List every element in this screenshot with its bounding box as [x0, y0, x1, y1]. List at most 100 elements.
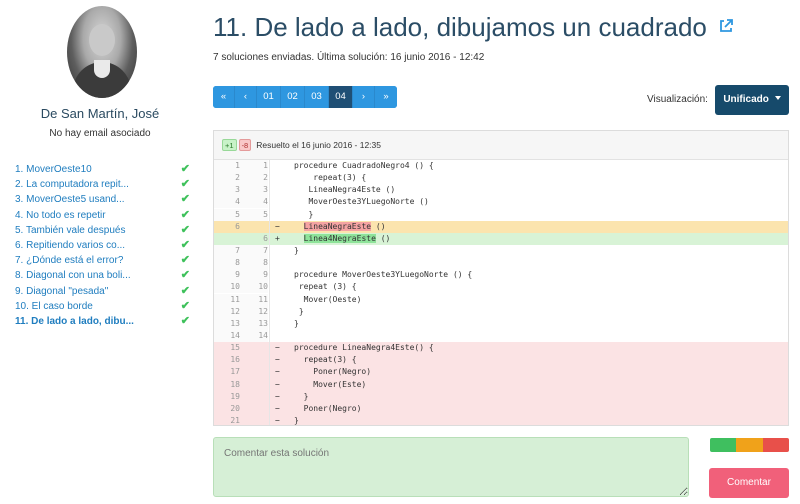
avatar — [67, 6, 137, 98]
code-text: Mover(Este) — [294, 379, 367, 389]
check-icon: ✔ — [180, 193, 190, 206]
exercise-title: 11. De lado a lado, dibujamos un cuadrad… — [213, 12, 707, 42]
code-text: repeat (3) { — [294, 282, 357, 292]
pager-page-04[interactable]: 04 — [329, 86, 353, 108]
old-line-number: 16 — [230, 355, 240, 365]
pager-page-02[interactable]: 02 — [281, 86, 305, 108]
diff-line: 1 1 procedure CuadradoNegro4 () { — [214, 160, 788, 173]
diff-sign: − — [275, 391, 280, 401]
check-icon: ✔ — [180, 314, 190, 327]
new-line-number: 8 — [240, 257, 268, 270]
old-line-number: 5 — [214, 208, 240, 221]
gutter-divider — [269, 160, 270, 425]
new-line-number: 11 — [240, 293, 268, 306]
old-line-number: 3 — [214, 184, 240, 197]
pager-prev-button[interactable]: ‹ — [235, 86, 257, 108]
diff-sign: + — [275, 233, 280, 243]
pager-page-01[interactable]: 01 — [257, 86, 281, 108]
exercise-item[interactable]: 8. Diagonal con una boli... ✔ — [15, 268, 193, 283]
color-swatch[interactable] — [736, 438, 763, 452]
code-suffix: () — [375, 233, 391, 243]
view-mode-label: Visualización: — [647, 94, 708, 105]
color-swatch[interactable] — [710, 438, 737, 452]
diff-line: 21 −} — [214, 414, 788, 425]
new-line-number: 13 — [240, 317, 268, 330]
color-swatch[interactable] — [762, 438, 789, 452]
diff-line: 10 10 repeat (3) { — [214, 281, 788, 294]
old-line-number: 15 — [230, 343, 240, 353]
code-text: Mover(Oeste) — [294, 294, 362, 304]
diff-resolved-date: Resuelto el 16 junio 2016 - 12:35 — [256, 140, 381, 150]
diff-line: 44 MoverOeste3YLuegoNorte () — [214, 196, 788, 209]
diff-line: 33 LineaNegra4Este () — [214, 184, 788, 197]
diff-line: 9 9 procedure MoverOeste3YLuegoNorte () { — [214, 269, 788, 282]
diff-line: 17 − Poner(Negro) — [214, 366, 788, 379]
old-line-number: 19 — [230, 391, 240, 401]
diff-panel: +1 -8 Resuelto el 16 junio 2016 - 12:35 … — [213, 130, 789, 426]
exercise-label: 2. La computadora repit... — [15, 179, 129, 191]
old-line-number: 9 — [214, 269, 240, 282]
diff-line: 18 − Mover(Este) — [214, 378, 788, 391]
exercise-label: 11. De lado a lado, dibu... — [15, 315, 134, 327]
pager-next-button[interactable]: › — [353, 86, 375, 108]
code-text: procedure MoverOeste3YLuegoNorte () { — [294, 270, 473, 280]
code-text: } — [294, 245, 299, 255]
check-icon: ✔ — [180, 163, 190, 175]
check-icon: ✔ — [180, 178, 190, 191]
diff-sign: − — [275, 355, 280, 365]
diff-sign: − — [275, 379, 280, 389]
new-line-number: 12 — [240, 305, 268, 318]
exercise-item[interactable]: 10. El caso borde ✔ — [15, 299, 193, 314]
old-line-number: 10 — [214, 281, 240, 294]
changed-token: Linea4NegraEste — [303, 233, 376, 243]
exercise-item[interactable]: 4. No todo es repetir ✔ — [15, 208, 193, 223]
pager-page-03[interactable]: 03 — [305, 86, 329, 108]
exercise-item[interactable]: 1. MoverOeste10 ✔ — [15, 162, 193, 177]
diff-line: 55 } — [214, 208, 788, 221]
code-prefix — [294, 234, 304, 243]
exercise-list: 1. MoverOeste10 ✔ 2. La computadora repit.… — [15, 162, 193, 329]
new-line-number: 10 — [240, 281, 268, 294]
code-text: } — [294, 415, 299, 425]
pager-last-button[interactable]: » — [375, 86, 397, 108]
old-line-number: 11 — [214, 293, 240, 306]
pager-first-button[interactable]: « — [213, 86, 235, 108]
diff-header: +1 -8 Resuelto el 16 junio 2016 - 12:35 — [214, 131, 788, 160]
old-line-number: 2 — [214, 172, 240, 185]
code-text: LineaNegraEste () — [294, 221, 386, 233]
exercise-item[interactable]: 9. Diagonal "pesada" ✔ — [15, 284, 193, 299]
exercise-item[interactable]: 11. De lado a lado, dibu... ✔ — [15, 314, 193, 329]
view-mode-dropdown[interactable]: Unificado — [715, 85, 789, 115]
diff-line: 15 − procedure LineaNegra4Este() { — [214, 342, 788, 355]
sidebar: De San Martín, José No hay email asociad… — [0, 0, 200, 504]
exercise-label: 4. No todo es repetir — [15, 209, 106, 221]
exercise-item[interactable]: 3. MoverOeste5 usand... ✔ — [15, 192, 193, 207]
diff-line: 12 12 } — [214, 305, 788, 318]
external-link-icon[interactable] — [718, 10, 734, 32]
old-line-number: 14 — [214, 329, 240, 342]
deletions-badge: -8 — [238, 139, 252, 151]
diff-line: 11 11 Mover(Oeste) — [214, 293, 788, 306]
new-line-number: 3 — [240, 184, 268, 197]
diff-sign: − — [275, 415, 280, 425]
user-name: De San Martín, José — [40, 106, 160, 121]
diff-sign: − — [275, 221, 280, 231]
new-line-number: 14 — [240, 329, 268, 342]
comment-button[interactable]: Comentar — [709, 468, 789, 498]
old-line-number: 21 — [230, 415, 240, 425]
exercise-item[interactable]: 7. ¿Dónde está el error? ✔ — [15, 253, 193, 268]
view-mode-value: Unificado — [723, 94, 769, 105]
code-text: } — [294, 318, 299, 328]
code-text: procedure CuadradoNegro4 () { — [294, 161, 434, 170]
additions-badge: +1 — [222, 139, 237, 151]
exercise-label: 7. ¿Dónde está el error? — [15, 255, 124, 267]
submissions-info: 7 soluciones enviadas. Última solución: … — [213, 52, 485, 63]
exercise-item[interactable]: 6. Repitiendo varios co... ✔ — [15, 238, 193, 253]
exercise-item[interactable]: 5. También vale después ✔ — [15, 223, 193, 238]
code-text: procedure LineaNegra4Este() { — [294, 343, 434, 353]
new-line-number: 5 — [240, 208, 268, 221]
exercise-item[interactable]: 2. La computadora repit... ✔ — [15, 177, 193, 192]
diff-line: 19 − } — [214, 390, 788, 403]
comment-input[interactable] — [213, 437, 689, 497]
code-text: LineaNegra4Este () — [294, 185, 396, 195]
